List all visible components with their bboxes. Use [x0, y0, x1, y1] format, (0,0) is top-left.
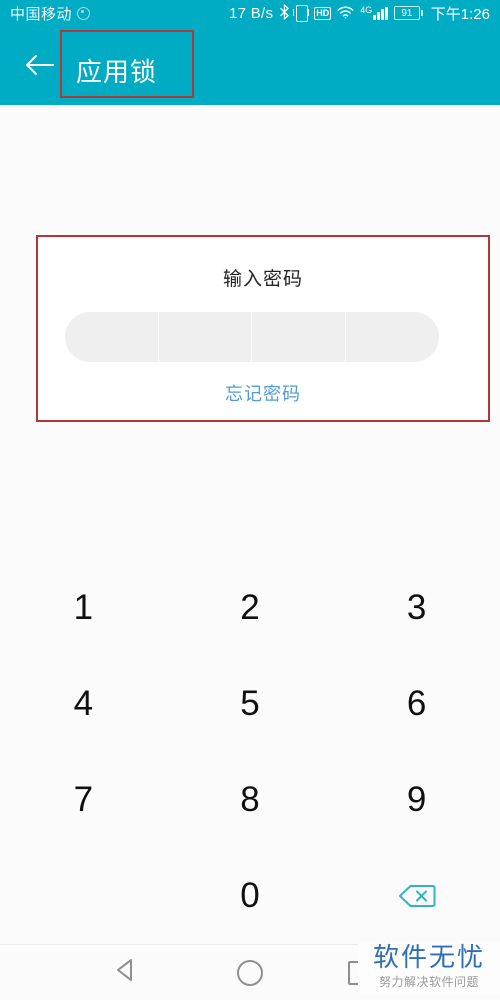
password-prompt-label: 输入密码 — [222, 268, 303, 290]
password-panel: 输入密码 忘记密码 — [36, 235, 490, 422]
wifi-icon — [337, 6, 354, 21]
nav-back-icon — [113, 957, 137, 988]
watermark-title: 软件无忧 — [372, 942, 485, 973]
key-1[interactable]: 1 — [0, 560, 167, 656]
watermark-subtitle: 努力解决软件问题 — [378, 975, 479, 989]
circle-dot-icon — [77, 6, 91, 20]
key-backspace[interactable] — [333, 848, 500, 944]
pin-cell-4[interactable] — [346, 312, 440, 362]
pin-cell-2[interactable] — [159, 312, 252, 362]
battery-level-label: 91 — [401, 7, 413, 19]
key-2[interactable]: 2 — [167, 560, 334, 656]
app-bar: 应用锁 — [0, 26, 500, 105]
pin-cell-3[interactable] — [252, 312, 346, 362]
pin-cell-1[interactable] — [65, 312, 159, 362]
hd-voice-icon: HD — [314, 6, 332, 20]
clock-label: 下午1:26 — [430, 5, 490, 23]
nav-back-button[interactable] — [105, 953, 145, 993]
back-button[interactable] — [18, 47, 62, 87]
key-3[interactable]: 3 — [333, 560, 500, 656]
key-6[interactable]: 6 — [333, 656, 500, 752]
key-4[interactable]: 4 — [0, 656, 167, 752]
vibrate-icon — [293, 4, 310, 22]
signal-4g-icon: 4G — [360, 4, 373, 15]
app-bar-title: 应用锁 — [76, 58, 158, 88]
numeric-keypad: 1 2 3 4 5 6 7 8 9 0 — [0, 560, 500, 944]
key-8[interactable]: 8 — [167, 752, 334, 848]
nav-home-icon — [237, 959, 263, 986]
battery-icon: 91 — [393, 6, 423, 20]
status-bar-right: 17 B/s HD 4G 91 下午1:26 — [229, 3, 490, 24]
nav-home-button[interactable] — [230, 953, 270, 993]
key-0[interactable]: 0 — [167, 848, 334, 944]
pin-input[interactable] — [65, 312, 439, 362]
watermark: 软件无忧 努力解决软件问题 — [358, 942, 500, 994]
signal-group: 4G — [360, 4, 388, 20]
bluetooth-icon — [279, 3, 290, 22]
backspace-icon — [397, 882, 437, 910]
key-7[interactable]: 7 — [0, 752, 167, 848]
signal-bars-icon — [373, 6, 388, 20]
status-bar-left: 中国移动 — [10, 3, 91, 24]
forgot-password-link[interactable]: 忘记密码 — [36, 380, 490, 406]
arrow-left-icon — [24, 52, 56, 83]
network-speed-label: 17 B/s — [228, 4, 274, 22]
battery-body: 91 — [393, 6, 420, 20]
carrier-label: 中国移动 — [10, 5, 73, 23]
battery-cap — [420, 10, 423, 16]
key-9[interactable]: 9 — [333, 752, 500, 848]
status-bar: 中国移动 17 B/s HD 4G 91 下午1:26 — [0, 0, 500, 26]
key-5[interactable]: 5 — [167, 656, 334, 752]
